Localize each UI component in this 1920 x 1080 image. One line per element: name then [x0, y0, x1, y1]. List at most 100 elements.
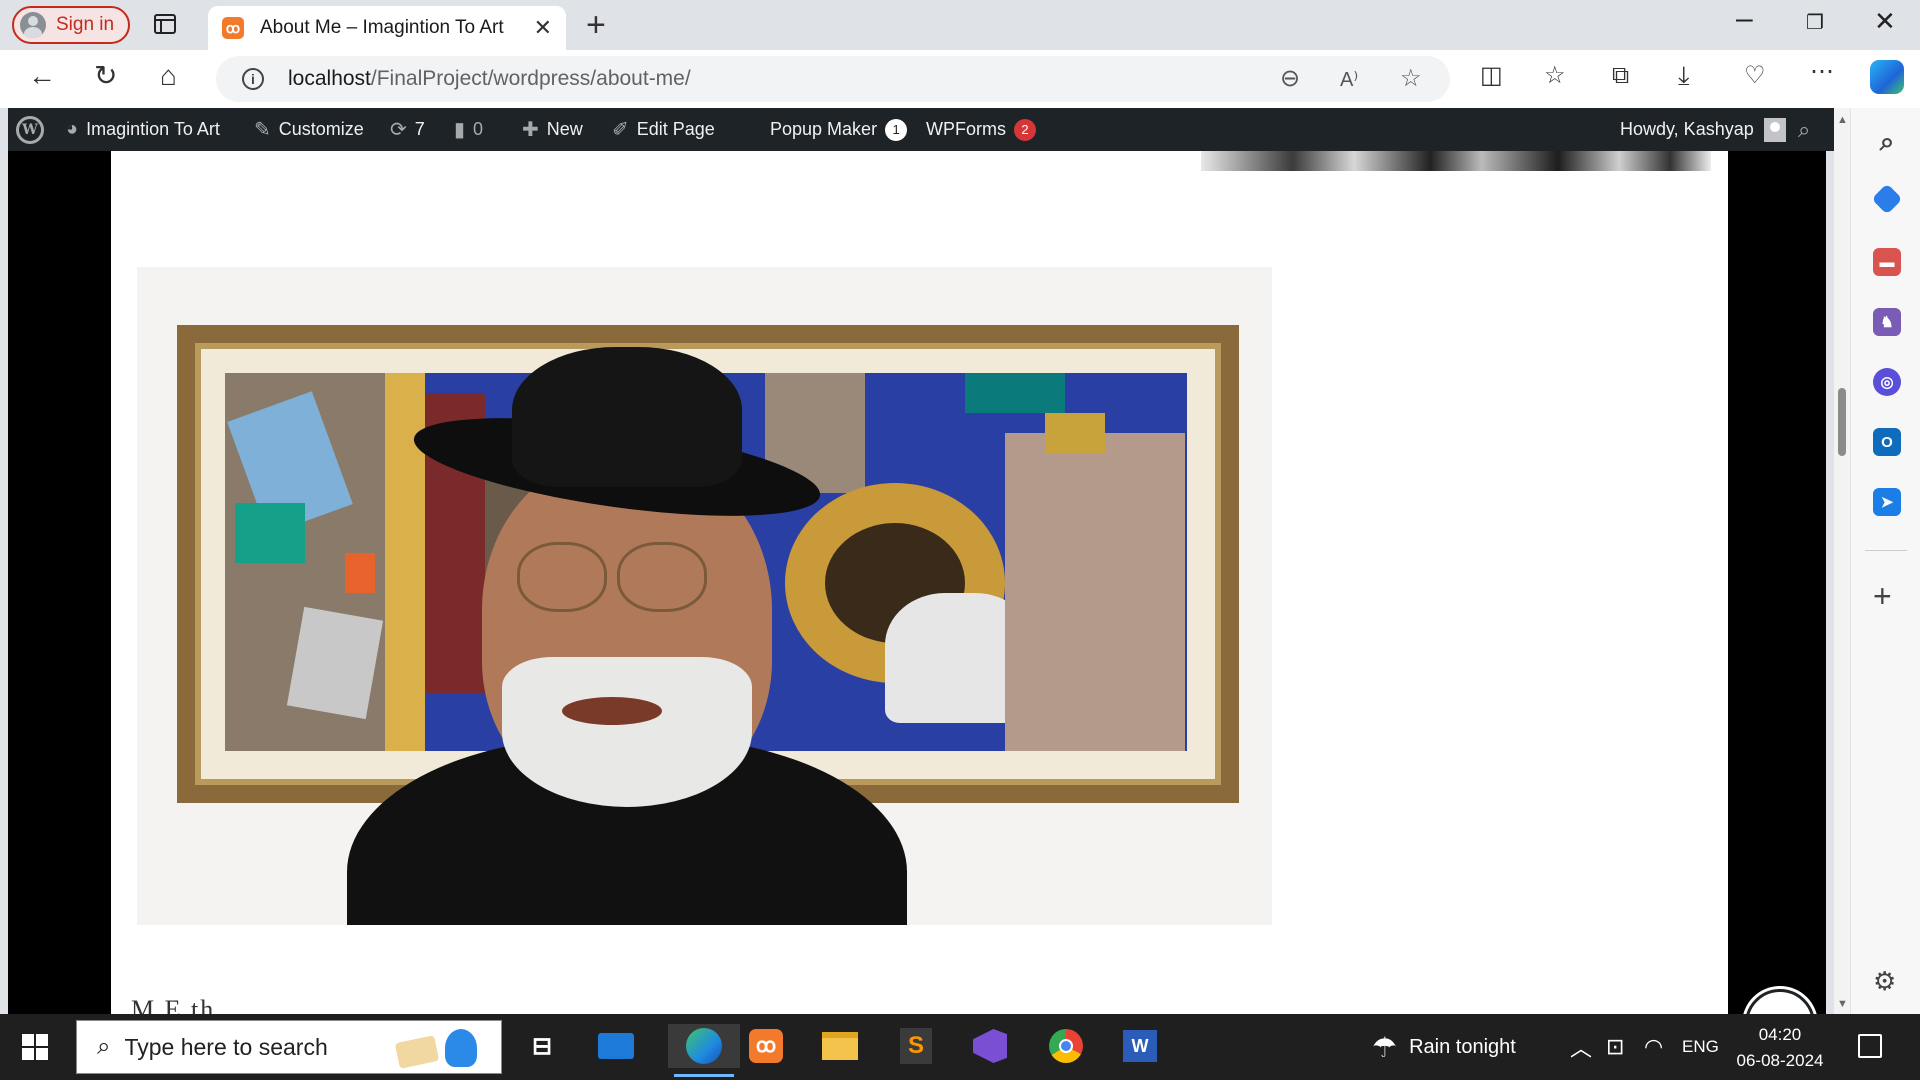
comments-menu[interactable]: ▮ 0 — [454, 108, 483, 151]
notifications-icon[interactable] — [1858, 1034, 1882, 1058]
url-host: localhost — [288, 67, 371, 90]
new-tab-button[interactable]: + — [586, 6, 606, 45]
clock-date: 06-08-2024 — [1736, 1051, 1824, 1070]
site-info-icon[interactable]: i — [242, 68, 264, 90]
sublime-text-icon[interactable]: S — [894, 1024, 938, 1068]
tab-about-me[interactable]: ꝏ About Me – Imagintion To Art ✕ — [208, 6, 566, 50]
close-tab-icon[interactable]: ✕ — [534, 15, 552, 41]
mail-app-icon[interactable] — [594, 1024, 638, 1068]
customize-label: Customize — [278, 119, 364, 139]
more-menu-icon[interactable]: ⋯ — [1810, 60, 1834, 84]
back-icon[interactable]: ← — [28, 62, 56, 90]
page-scrollbar[interactable]: ▲ ▼ — [1834, 108, 1850, 1014]
pencil-icon: ✐ — [612, 119, 629, 141]
add-sidebar-app-icon[interactable]: + — [1873, 578, 1892, 615]
favorites-icon[interactable]: ☆ — [1544, 64, 1566, 88]
refresh-icon[interactable]: ↻ — [94, 62, 117, 90]
content-column: M E th — [111, 151, 1728, 1014]
updates-menu[interactable]: ⟳ 7 — [390, 108, 425, 151]
search-icon: ⌕ — [97, 1033, 111, 1060]
taskbar-search-placeholder: Type here to search — [124, 1033, 328, 1060]
tab-actions-icon[interactable] — [154, 14, 176, 34]
sidebar-settings-gear-icon[interactable]: ⚙ — [1873, 966, 1896, 997]
collections-icon[interactable]: ⧉ — [1612, 64, 1629, 88]
site-name-label: Imagintion To Art — [86, 119, 220, 139]
search-icon: ⌕ — [1798, 116, 1811, 142]
read-aloud-icon[interactable]: A⁾ — [1340, 67, 1358, 92]
weather-label: Rain tonight — [1409, 1035, 1516, 1058]
page-viewport: M E th — [8, 151, 1826, 1014]
new-label: New — [546, 119, 583, 139]
word-app-icon[interactable]: W — [1118, 1024, 1162, 1068]
scroll-to-top-button[interactable] — [1745, 989, 1815, 1014]
wpforms-label: WPForms — [926, 119, 1006, 139]
person-glasses-left — [517, 542, 607, 612]
weather-widget[interactable]: ☂ Rain tonight — [1372, 1014, 1516, 1080]
comments-count: 0 — [473, 119, 484, 139]
split-screen-icon[interactable]: ◫ — [1480, 64, 1503, 88]
windows-taskbar: ⌕ Type here to search ⊟ ꝏ S W ☂ Rain ton… — [0, 1014, 1920, 1080]
downloads-icon[interactable]: ⤓ — [1678, 62, 1690, 88]
games-chess-icon[interactable]: ♞ — [1873, 308, 1901, 336]
plus-icon: ✚ — [522, 119, 539, 141]
updates-count: 7 — [414, 119, 425, 139]
home-icon[interactable]: ⌂ — [160, 62, 177, 90]
zoom-out-icon[interactable]: ⊖ — [1280, 64, 1300, 93]
sidebar-divider — [1865, 550, 1907, 551]
artist-portrait-image — [137, 267, 1272, 925]
customize-menu[interactable]: ✎ Customize — [254, 108, 364, 151]
show-hidden-icons-chevron-icon[interactable]: ︿ — [1570, 1014, 1592, 1080]
popup-maker-badge: 1 — [885, 118, 908, 141]
chrome-icon[interactable] — [1044, 1024, 1088, 1068]
wp-logo-menu[interactable]: W — [16, 108, 44, 151]
windows-start-icon[interactable] — [22, 1034, 48, 1060]
wpforms-menu[interactable]: WPForms 2 — [926, 108, 1036, 151]
edit-page-menu[interactable]: ✐ Edit Page — [612, 108, 715, 151]
scroll-up-arrow-icon[interactable]: ▲ — [1837, 114, 1848, 126]
send-telegram-icon[interactable]: ➤ — [1873, 488, 1901, 516]
address-url[interactable]: localhost/FinalProject/wordpress/about-m… — [288, 67, 691, 91]
new-content-menu[interactable]: ✚ New — [522, 108, 583, 151]
microsoft-365-icon[interactable]: ◎ — [1873, 368, 1901, 396]
visual-studio-icon[interactable] — [968, 1024, 1012, 1068]
browser-tab-strip: Sign in ꝏ About Me – Imagintion To Art ✕… — [0, 0, 1920, 50]
xampp-app-icon[interactable]: ꝏ — [744, 1024, 788, 1068]
restore-icon[interactable]: ❐ — [1806, 10, 1824, 35]
shopping-tag-icon[interactable] — [1871, 183, 1903, 215]
file-explorer-icon[interactable] — [818, 1024, 862, 1068]
sign-in-button[interactable]: Sign in — [12, 6, 130, 44]
my-account-menu[interactable]: Howdy, Kashyap — [1620, 108, 1786, 151]
sidebar-search-icon[interactable]: ⌕ — [1873, 126, 1901, 156]
minimize-icon[interactable]: – — [1736, 2, 1753, 36]
popup-maker-label: Popup Maker — [770, 119, 878, 139]
network-status-icon[interactable]: ⊡ — [1606, 1014, 1624, 1080]
person-glasses-right — [617, 542, 707, 612]
tools-briefcase-icon[interactable]: ▬ — [1873, 248, 1901, 276]
scroll-down-arrow-icon[interactable]: ▼ — [1837, 998, 1848, 1010]
updates-icon: ⟳ — [390, 119, 407, 141]
hat-crown — [512, 347, 742, 487]
clock-time: 04:20 — [1758, 1025, 1802, 1044]
address-bar[interactable]: i localhost/FinalProject/wordpress/about… — [216, 56, 1450, 102]
admin-search[interactable]: ⌕ — [1798, 108, 1818, 151]
taskbar-search-box[interactable]: ⌕ Type here to search — [76, 1020, 502, 1074]
favorite-star-icon[interactable]: ☆ — [1400, 64, 1422, 93]
site-name-menu[interactable]: ◕ Imagintion To Art — [66, 108, 220, 151]
browser-essentials-icon[interactable]: ♡ — [1744, 64, 1766, 88]
url-path: /FinalProject/wordpress/about-me/ — [370, 67, 691, 90]
popup-maker-menu[interactable]: Popup Maker 1 — [770, 108, 908, 151]
outlook-icon[interactable]: O — [1873, 428, 1901, 456]
scrollbar-thumb[interactable] — [1838, 388, 1846, 456]
edge-app-icon[interactable] — [668, 1024, 740, 1077]
close-window-icon[interactable]: ✕ — [1874, 6, 1896, 37]
system-clock[interactable]: 04:20 06-08-2024 — [1720, 1022, 1840, 1074]
wifi-icon[interactable]: ◠ — [1644, 1014, 1663, 1080]
profile-avatar-icon — [20, 12, 46, 38]
howdy-label: Howdy, Kashyap — [1620, 119, 1754, 139]
copilot-icon[interactable] — [1870, 60, 1904, 94]
task-view-icon[interactable]: ⊟ — [520, 1024, 564, 1068]
rain-umbrella-icon: ☂ — [1372, 1031, 1398, 1063]
language-indicator[interactable]: ENG — [1682, 1014, 1719, 1080]
wpforms-badge: 2 — [1014, 118, 1036, 141]
paragraph-cutoff: M E th — [131, 995, 216, 1014]
